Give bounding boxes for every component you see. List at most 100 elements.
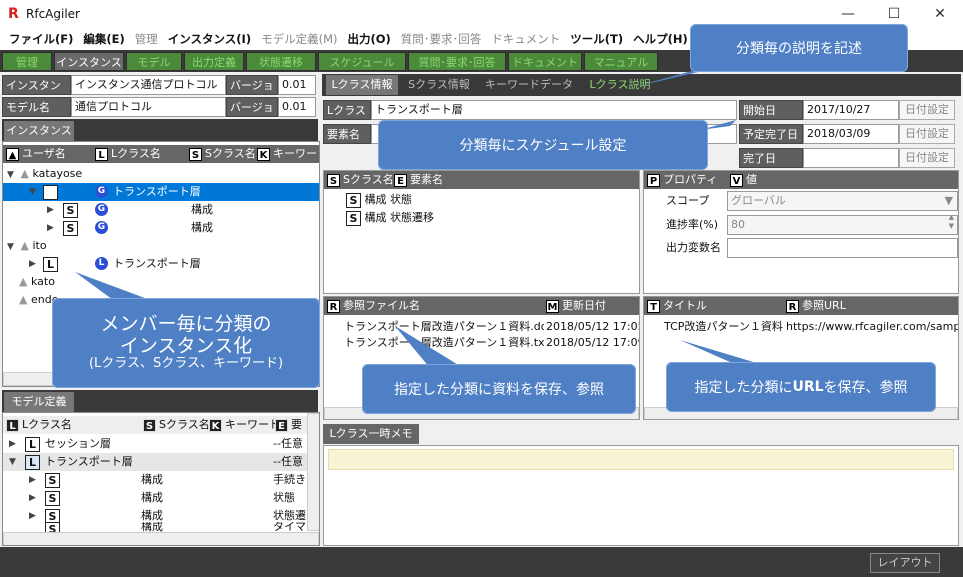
done-date-field[interactable] [803, 148, 899, 168]
stepper-arrows-icon[interactable]: ▲ ▼ [949, 216, 954, 231]
layout-button[interactable]: レイアウト [870, 553, 940, 573]
tab-admin[interactable]: 管理 [2, 52, 52, 71]
tree-row-selected[interactable]: ▼ L G トランスポート層 [3, 183, 319, 201]
tab-manual[interactable]: マニュアル [584, 52, 658, 71]
col-user[interactable]: ユーザ名 [22, 147, 66, 160]
menu-edit[interactable]: 編集(E) [78, 31, 129, 47]
sclass-name: 構成 [141, 473, 163, 486]
sclass-row[interactable]: S 構成 状態 [346, 191, 626, 209]
menu-qa[interactable]: 質問･要求･回答 [396, 31, 487, 47]
url-link[interactable]: https://www.rfcagiler.com/sample [786, 318, 958, 336]
menu-instance[interactable]: インスタンス(I) [163, 31, 256, 47]
tab-schedule[interactable]: スケジュール [318, 52, 406, 71]
element-name: --任意 [273, 437, 303, 450]
tree-user-ito[interactable]: ▼ ▲ ito [7, 237, 307, 255]
col-property[interactable]: プロパティ [663, 173, 717, 186]
col-sclass[interactable]: Sクラス名 [205, 147, 256, 160]
close-button[interactable]: ✕ [917, 0, 963, 28]
model-def-tab[interactable]: モデル定義 [4, 392, 74, 412]
start-date-field[interactable]: 2017/10/27 [803, 100, 899, 120]
expand-icon[interactable]: ▶ [29, 471, 39, 489]
instance-tab[interactable]: インスタンス [4, 121, 74, 141]
tab-sclass-info[interactable]: Sクラス情報 [400, 75, 478, 95]
element-name: 状態 [390, 193, 412, 206]
tab-lclass-info[interactable]: Lクラス情報 [326, 75, 398, 95]
horizontal-scrollbar[interactable] [3, 532, 319, 545]
tab-state[interactable]: 状態遷移 [246, 52, 316, 71]
menu-admin[interactable]: 管理 [130, 31, 163, 47]
menu-help[interactable]: ヘルプ(H) [628, 31, 693, 47]
model-row[interactable]: ▶ S 構成 手続き [3, 471, 308, 489]
menu-model-def[interactable]: モデル定義(M) [256, 31, 342, 47]
vertical-scrollbar[interactable] [307, 413, 319, 531]
col-keyword[interactable]: キーワード [273, 147, 319, 160]
lclass-label: Lクラス名 [323, 100, 371, 137]
planned-date-field[interactable]: 2018/03/09 [803, 124, 899, 144]
model-row[interactable]: ▼ L トランスポート層 --任意 [3, 453, 308, 471]
col-lclass[interactable]: Lクラス名 [22, 418, 72, 431]
set-done-date-button[interactable]: 日付設定 [899, 148, 955, 168]
tab-instance[interactable]: インスタンス [54, 52, 124, 71]
scope-select[interactable]: グローバル ▼ [727, 191, 958, 211]
chevron-down-icon[interactable]: ▼ [945, 192, 953, 210]
s-badge-icon: S [45, 522, 60, 532]
memo-input[interactable] [328, 449, 954, 470]
model-row[interactable]: ▶ S 構成 状態 [3, 489, 308, 507]
expand-icon[interactable]: ▶ [47, 201, 57, 219]
tree-row[interactable]: ▶ S G 構成 [3, 219, 319, 237]
model-row[interactable]: S 構成 タイマー [3, 522, 308, 532]
s-badge-icon: S [45, 491, 60, 506]
tree-user-kato[interactable]: ▲ kato [19, 273, 319, 291]
model-row[interactable]: ▶ L セッション層 --任意 [3, 435, 308, 453]
output-var-field[interactable] [727, 238, 958, 258]
menu-tools[interactable]: ツール(T) [565, 31, 628, 47]
col-keyword[interactable]: キーワード [225, 418, 280, 431]
menu-output[interactable]: 出力(O) [343, 31, 396, 47]
instance-name-field[interactable]: インスタンス通信プロトコル [71, 75, 226, 95]
file-name[interactable]: トランスポート層改造パターン１資料.txt [344, 334, 544, 352]
tab-qa[interactable]: 質問･要求･回答 [408, 52, 506, 71]
sclass-row[interactable]: S 構成 状態遷移 [346, 209, 626, 227]
expand-icon[interactable]: ▶ [29, 255, 39, 273]
expand-icon[interactable]: ▶ [29, 489, 39, 507]
col-value[interactable]: 値 [746, 173, 757, 186]
expand-icon[interactable]: ▼ [9, 453, 19, 471]
col-url[interactable]: 参照URL [802, 299, 846, 312]
lclass-field[interactable]: トランスポート層 [371, 100, 737, 120]
tree-row[interactable]: ▶ S G 構成 [3, 201, 319, 219]
tab-output-def[interactable]: 出力定義 [184, 52, 244, 71]
col-date[interactable]: 更新日付 [562, 299, 606, 312]
expand-icon[interactable]: ▼ [7, 238, 17, 256]
set-start-date-button[interactable]: 日付設定 [899, 100, 955, 120]
instance-version-field[interactable]: 0.01 [278, 75, 316, 95]
tab-lclass-desc[interactable]: Lクラス説明 [580, 75, 660, 95]
tree-row[interactable]: ▶ L L トランスポート層 [3, 255, 319, 273]
col-title[interactable]: タイトル [663, 299, 707, 312]
status-bar: レイアウト [0, 547, 963, 577]
set-planned-date-button[interactable]: 日付設定 [899, 124, 955, 144]
menu-document[interactable]: ドキュメント [486, 31, 565, 47]
expand-icon[interactable]: ▼ [7, 166, 17, 184]
done-date-row: 完了日 日付設定 [739, 147, 955, 169]
tab-document[interactable]: ドキュメント [508, 52, 582, 71]
expand-icon[interactable]: ▶ [47, 219, 57, 237]
col-sclass[interactable]: Sクラス名 [159, 418, 210, 431]
col-sclass[interactable]: Sクラス名 [343, 173, 394, 186]
prop-progress-label: 進捗率(%) [666, 218, 719, 231]
model-name-field[interactable]: 通信プロトコル [71, 97, 226, 117]
menu-file[interactable]: ファイル(F) [4, 31, 78, 47]
progress-stepper[interactable]: 80 ▲ ▼ [727, 215, 958, 235]
col-lclass[interactable]: Lクラス名 [111, 147, 161, 160]
tree-user-katayose[interactable]: ▼ ▲ katayose [7, 165, 307, 183]
col-element[interactable]: 要 [291, 418, 302, 431]
s-badge-icon: S [327, 173, 340, 187]
memo-tab[interactable]: Lクラス一時メモ [323, 424, 419, 444]
lclass-name: トランスポート層 [113, 257, 201, 270]
col-element[interactable]: 要素名 [410, 173, 443, 186]
expand-icon[interactable]: ▼ [29, 183, 39, 201]
tab-model[interactable]: モデル [126, 52, 182, 71]
col-file[interactable]: 参照ファイル名 [343, 299, 420, 312]
model-version-field[interactable]: 0.01 [278, 97, 316, 117]
tab-keyword-data[interactable]: キーワードデータ [480, 75, 578, 95]
expand-icon[interactable]: ▶ [9, 435, 19, 453]
